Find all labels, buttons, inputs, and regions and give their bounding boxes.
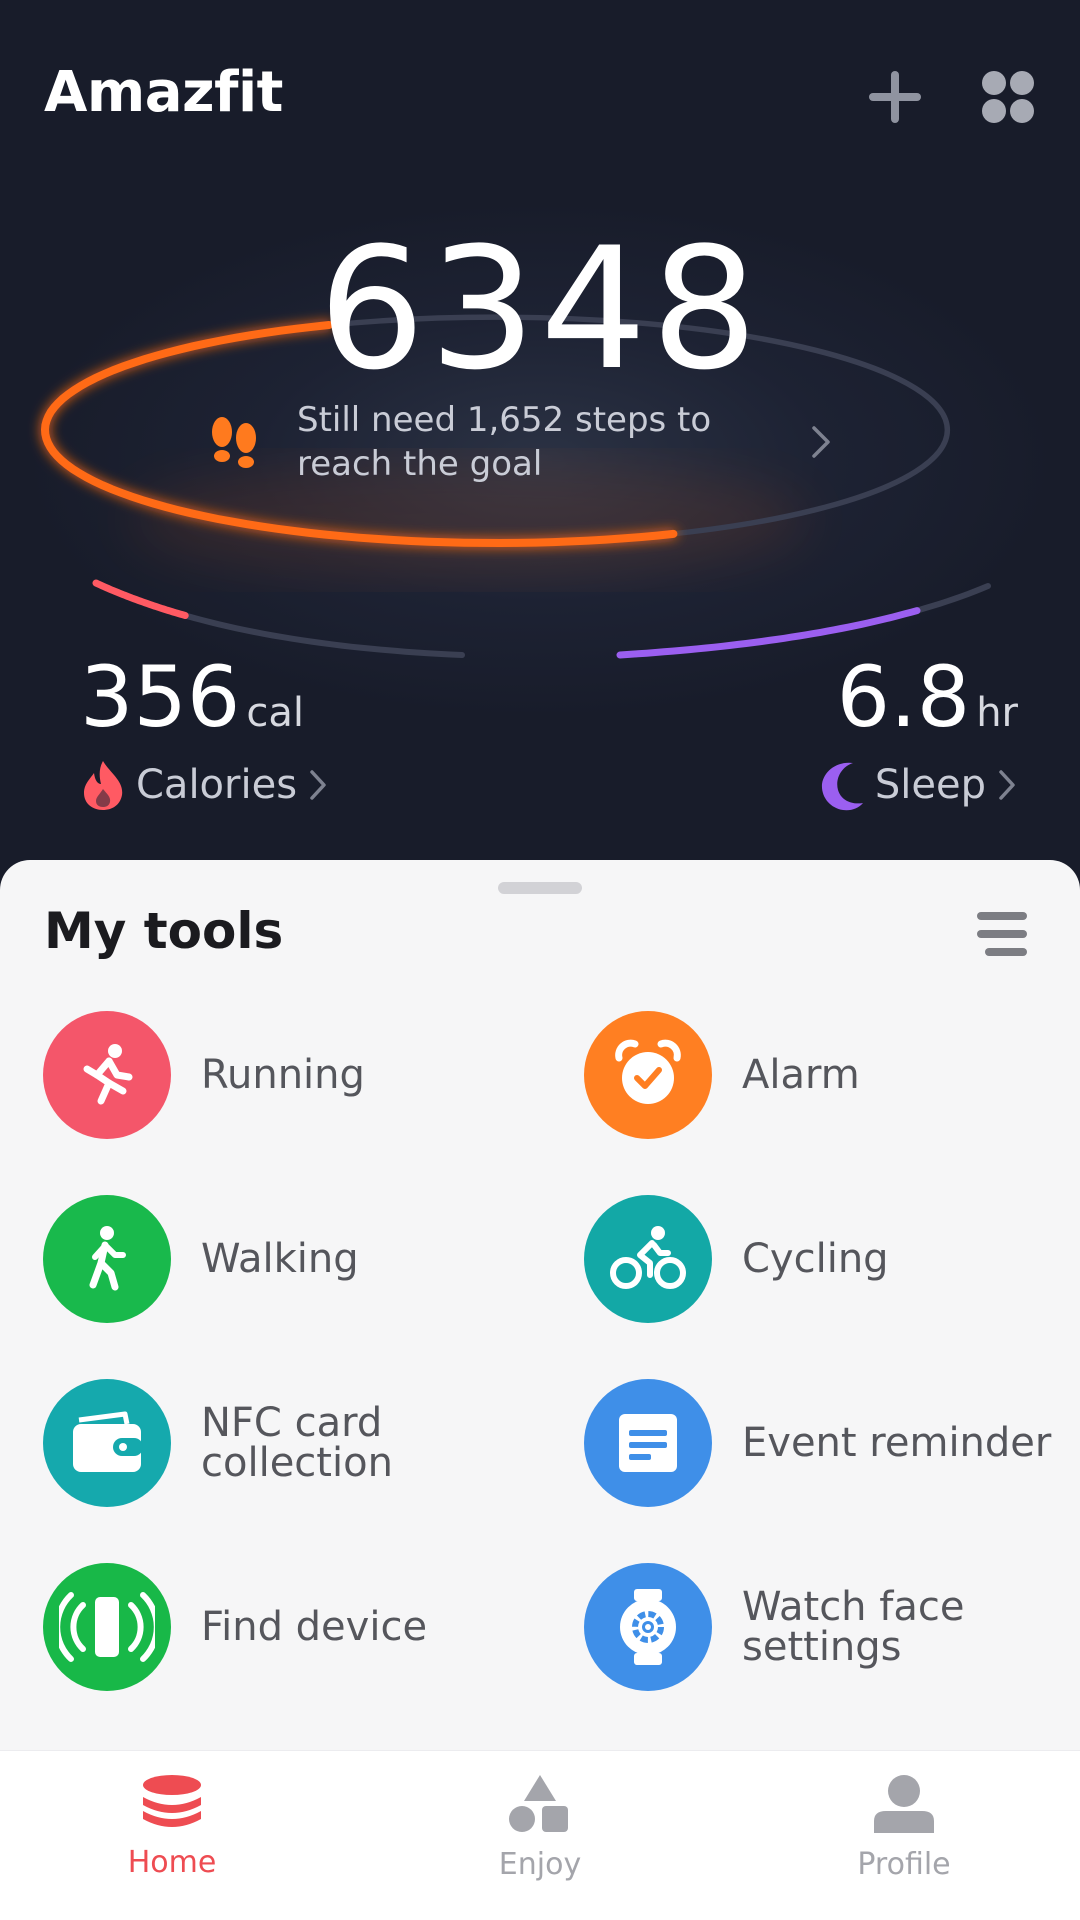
nav-label: Enjoy <box>498 1847 582 1882</box>
calories-arc-track <box>93 580 465 658</box>
watch-gear-icon <box>584 1563 712 1691</box>
nav-home[interactable]: Home <box>72 1773 272 1903</box>
sleep-value: 6.8 <box>836 648 971 746</box>
tool-label: Cycling <box>742 1236 889 1282</box>
bottom-navigation: Home Enjoy Profile <box>0 1750 1080 1920</box>
plus-icon <box>869 71 921 123</box>
cycling-icon <box>584 1195 712 1323</box>
tool-alarm[interactable]: Alarm <box>584 1010 1064 1140</box>
tool-label: Running <box>201 1052 365 1098</box>
sleep-unit: hr <box>976 690 1018 736</box>
flame-icon <box>84 761 123 810</box>
calories-value: 356 <box>80 648 241 746</box>
sleep-label: Sleep <box>874 762 986 808</box>
moon-icon <box>821 762 863 811</box>
sheet-drag-handle[interactable] <box>498 882 582 894</box>
running-icon <box>43 1011 171 1139</box>
nav-enjoy[interactable]: Enjoy <box>440 1773 640 1903</box>
reminder-icon <box>584 1379 712 1507</box>
footprints-icon <box>212 417 256 468</box>
tool-walking[interactable]: Walking <box>43 1194 523 1324</box>
tool-watch-face-settings[interactable]: Watch face settings <box>584 1562 1064 1692</box>
sleep-arc-track <box>617 583 991 658</box>
nav-label: Home <box>127 1845 217 1880</box>
chevron-right-icon <box>999 770 1015 800</box>
add-button[interactable] <box>860 62 930 132</box>
steps-count: 6348 <box>318 211 762 407</box>
grid-icon <box>982 71 1034 123</box>
tool-label: NFC card collection <box>201 1400 393 1486</box>
sleep-stat[interactable]: 6.8 hr Sleep <box>819 655 1018 811</box>
tool-running[interactable]: Running <box>43 1010 523 1140</box>
calories-arc-progress <box>92 579 189 619</box>
steps-goal-message: Still need 1,652 steps to reach the goal <box>297 400 712 484</box>
steps-goal-row[interactable]: Still need 1,652 steps to reach the goal <box>200 398 840 498</box>
apps-grid-button[interactable] <box>973 62 1043 132</box>
tools-sheet: My tools Running Alarm Walking Cycling N… <box>0 860 1080 1750</box>
home-stack-icon <box>143 1775 201 1827</box>
person-icon <box>874 1775 934 1833</box>
wallet-icon <box>43 1379 171 1507</box>
alarm-icon <box>584 1011 712 1139</box>
nav-label: Profile <box>857 1847 951 1882</box>
tool-label: Find device <box>201 1604 428 1650</box>
calories-unit: cal <box>246 690 304 736</box>
menu-icon[interactable] <box>972 906 1032 962</box>
app-title: Amazfit <box>44 60 283 125</box>
tool-nfc-card-collection[interactable]: NFC card collection <box>43 1378 523 1508</box>
shapes-icon <box>509 1775 568 1832</box>
tool-label: Alarm <box>742 1052 860 1098</box>
walking-icon <box>43 1195 171 1323</box>
nav-profile[interactable]: Profile <box>804 1773 1004 1903</box>
vibrate-phone-icon <box>43 1563 171 1691</box>
chevron-right-icon <box>310 770 326 800</box>
tool-label: Watch face settings <box>742 1584 965 1670</box>
tool-cycling[interactable]: Cycling <box>584 1194 1064 1324</box>
calories-label: Calories <box>136 762 298 808</box>
tool-label: Event reminder <box>742 1420 1052 1466</box>
calories-stat[interactable]: 356 cal Calories <box>80 655 329 811</box>
tool-find-device[interactable]: Find device <box>43 1562 523 1692</box>
tool-label: Walking <box>201 1236 359 1282</box>
chevron-right-icon <box>812 426 830 458</box>
tools-title: My tools <box>44 902 284 960</box>
activity-summary: Amazfit 6348 Still need 1,652 steps to r… <box>0 0 1080 900</box>
tool-event-reminder[interactable]: Event reminder <box>584 1378 1064 1508</box>
